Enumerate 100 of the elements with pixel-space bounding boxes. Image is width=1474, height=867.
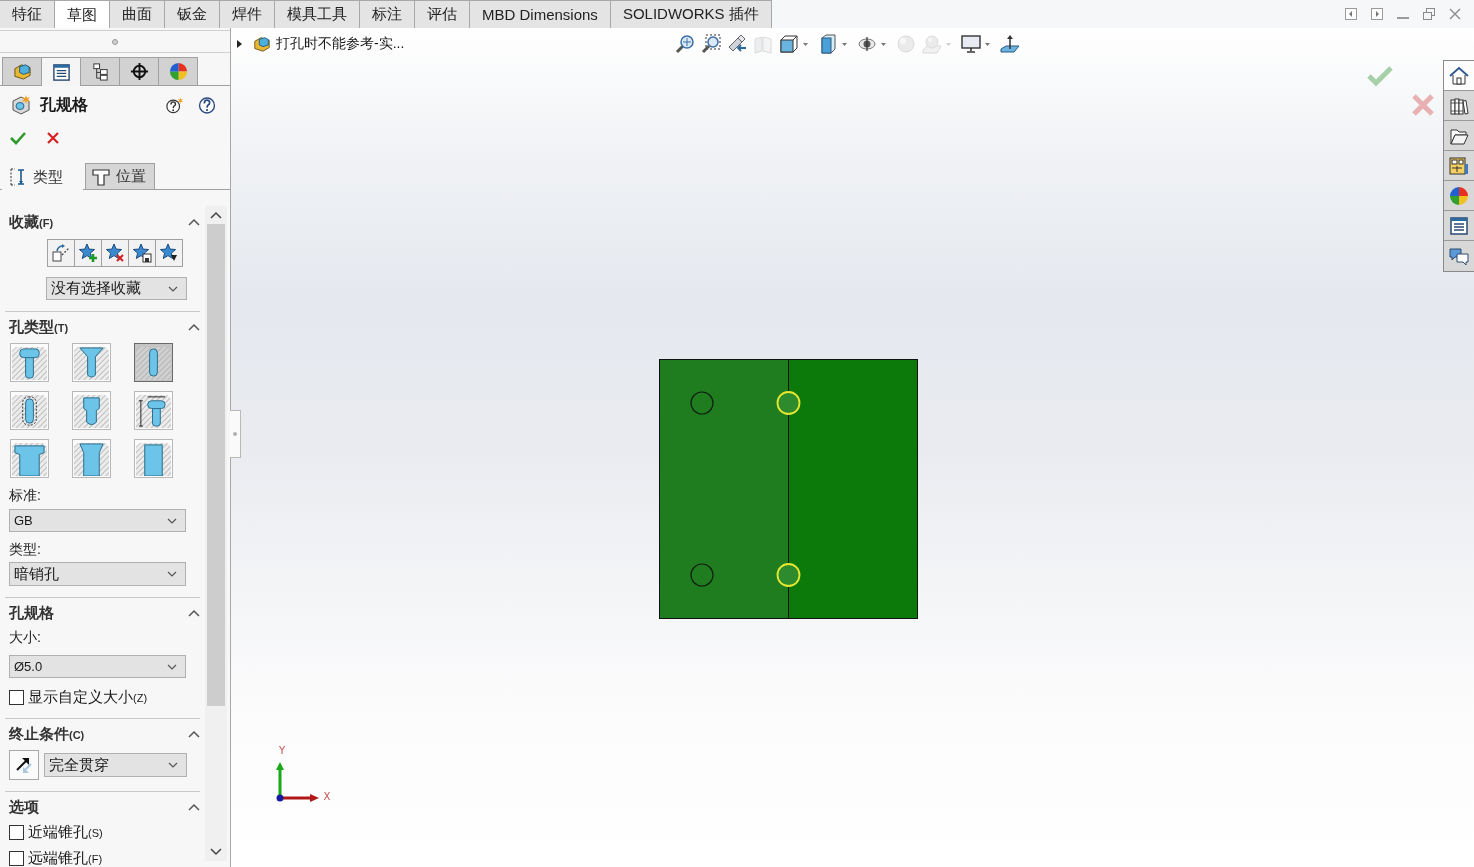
standard-dropdown[interactable]: GB (9, 509, 186, 532)
dropdown-caret-icon[interactable] (881, 42, 886, 46)
close-icon[interactable] (1449, 8, 1461, 20)
section-title: 选项 (9, 797, 39, 817)
star-down-icon (159, 243, 179, 263)
favorite-button[interactable] (155, 239, 183, 267)
scrollbar[interactable] (205, 206, 227, 861)
scroll-up-icon[interactable] (210, 211, 222, 219)
ribbon-tab[interactable]: 标注 (359, 0, 415, 28)
ribbon-tab[interactable]: 特征 (0, 0, 55, 28)
ok-check-icon[interactable] (1367, 65, 1393, 87)
favorite-button[interactable] (74, 239, 102, 267)
star-save-icon (132, 243, 152, 263)
scrollbar-thumb[interactable] (207, 224, 225, 706)
size-dropdown[interactable]: Ø5.0 (9, 655, 186, 678)
tile-right-icon[interactable] (1371, 8, 1383, 20)
eye-icon[interactable] (857, 34, 877, 54)
crosshair-icon (129, 62, 149, 81)
box-icon[interactable] (818, 34, 838, 54)
panel-collapse-handle[interactable] (230, 410, 241, 458)
grip-handle-icon[interactable] (112, 38, 118, 45)
task-pane-tab[interactable] (1444, 91, 1474, 121)
ribbon-tab[interactable]: 曲面 (109, 0, 165, 28)
section-title: 孔类型(T) (9, 317, 69, 337)
task-pane-tab[interactable] (1444, 241, 1474, 271)
arrows-icon (51, 243, 71, 263)
scroll-down-icon[interactable] (210, 848, 222, 856)
hole-type-button[interactable] (72, 439, 111, 478)
hole-circle[interactable] (690, 391, 714, 415)
ribbon-tab[interactable]: 评估 (414, 0, 470, 28)
zoom-fit-icon[interactable] (675, 34, 695, 54)
breadcrumb-text[interactable]: 打孔时不能参考-实... (276, 35, 405, 53)
ribbon-tab[interactable]: 焊件 (219, 0, 275, 28)
hole-type-button[interactable] (72, 343, 111, 382)
ok-check-icon[interactable] (10, 131, 26, 145)
help-icon[interactable] (198, 96, 216, 114)
color-ball-icon (1449, 185, 1469, 206)
graphics-area[interactable]: 打孔时不能参考-实... Y X (231, 28, 1474, 867)
manager-tab[interactable] (119, 57, 159, 85)
expand-arrow-icon[interactable] (237, 40, 242, 48)
manager-tab[interactable] (80, 57, 120, 85)
plate-face[interactable] (659, 359, 789, 619)
axis-label: Y (278, 745, 286, 756)
legacy-icon (136, 393, 171, 428)
cancel-x-icon[interactable] (45, 131, 61, 145)
hole-type-button[interactable] (10, 391, 49, 430)
favorite-button[interactable] (101, 239, 129, 267)
panel-title: 孔规格 (40, 94, 88, 115)
cube-icon[interactable] (779, 34, 799, 54)
collapse-caret-icon[interactable] (188, 218, 200, 226)
star-plus-icon (78, 243, 98, 263)
arrow-plane-icon[interactable] (1000, 34, 1020, 54)
tube-arrow-icon[interactable] (727, 34, 747, 54)
reverse-direction-button[interactable] (9, 750, 39, 780)
hole-type-button[interactable] (134, 343, 173, 382)
collapse-caret-icon[interactable] (188, 323, 200, 331)
dropdown-caret-icon[interactable] (803, 42, 808, 46)
plate-face[interactable] (788, 359, 918, 619)
x-axis-arrow (281, 794, 319, 802)
dropdown-caret-icon[interactable] (985, 42, 990, 46)
favorites-dropdown[interactable]: 没有选择收藏 (46, 277, 187, 300)
collapse-caret-icon[interactable] (188, 730, 200, 738)
checkbox[interactable] (9, 824, 24, 840)
hole-circle[interactable] (690, 563, 714, 587)
hole-type-button[interactable] (134, 391, 173, 430)
ribbon-tab[interactable]: MBD Dimensions (469, 0, 611, 28)
collapse-caret-icon[interactable] (188, 803, 200, 811)
manager-tab[interactable] (41, 57, 81, 86)
monitor-icon[interactable] (961, 34, 981, 54)
favorite-button[interactable] (128, 239, 156, 267)
type-dropdown[interactable]: 暗销孔 (9, 562, 186, 586)
ribbon-tab[interactable]: 草图 (54, 0, 110, 29)
hole-type-button[interactable] (10, 343, 49, 382)
checkbox[interactable] (9, 850, 24, 866)
ribbon-tab[interactable]: 钣金 (164, 0, 220, 28)
dropdown-caret-icon[interactable] (842, 42, 847, 46)
hole-type-button[interactable] (134, 439, 173, 478)
end-condition-dropdown[interactable]: 完全贯穿 (44, 753, 187, 777)
chevron-down-icon (167, 517, 177, 524)
hole-type-button[interactable] (72, 391, 111, 430)
collapse-caret-icon[interactable] (188, 609, 200, 617)
zoom-area-icon[interactable] (701, 34, 721, 54)
books-icon (1449, 95, 1469, 116)
task-pane-tab[interactable] (1444, 121, 1474, 151)
chevron-down-icon (167, 571, 177, 577)
chevron-down-icon (168, 762, 178, 768)
task-pane-tab[interactable] (1444, 181, 1474, 211)
hole-type-button[interactable] (10, 439, 49, 478)
chevron-down-icon (167, 663, 177, 670)
ribbon-tab[interactable]: 模具工具 (274, 0, 360, 28)
restore-icon[interactable] (1423, 8, 1435, 20)
part-icon (253, 35, 271, 53)
panel-tab[interactable]: 位置 (85, 163, 155, 189)
ribbon-tab[interactable]: SOLIDWORKS 插件 (609, 0, 772, 28)
field-label: 类型: (8, 540, 42, 559)
t-shape-icon (92, 167, 110, 186)
checkbox[interactable] (9, 689, 24, 705)
field-label: 标准: (8, 486, 42, 505)
task-pane-tab[interactable] (1444, 211, 1474, 241)
tile-left-icon[interactable] (1345, 8, 1357, 20)
